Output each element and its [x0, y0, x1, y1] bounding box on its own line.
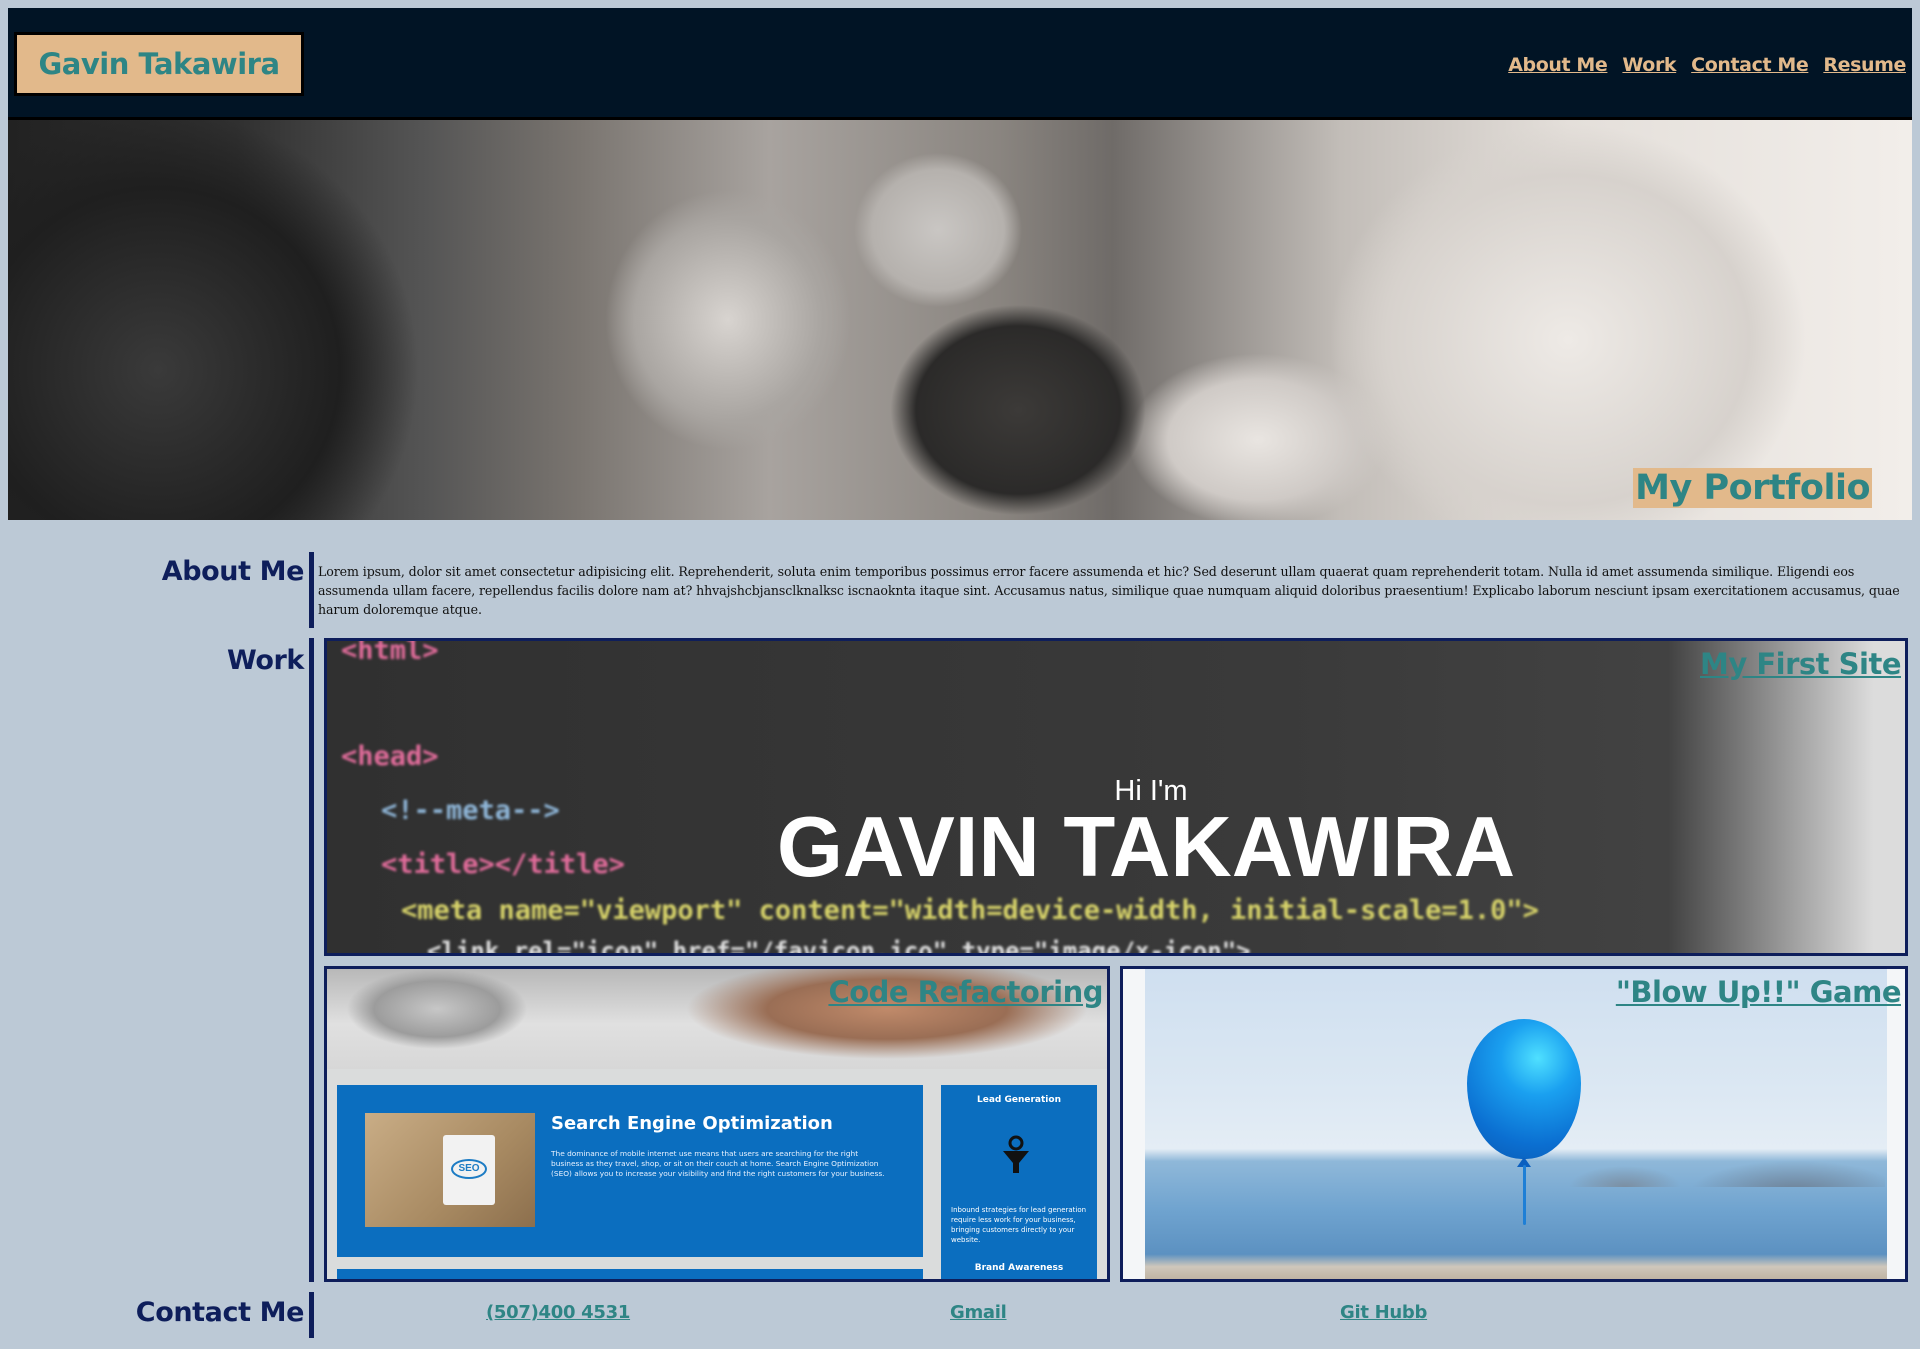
contact-gmail-link[interactable]: Gmail	[950, 1302, 1007, 1323]
seo-badge: SEO	[443, 1135, 495, 1205]
nav-work[interactable]: Work	[1622, 54, 1676, 76]
seo-badge-label: SEO	[451, 1159, 487, 1179]
about-text: Lorem ipsum, dolor sit amet consectetur …	[318, 564, 1900, 617]
preview-name: GAVIN TAKAWIRA	[776, 800, 1516, 895]
contact-phone-link[interactable]: (507)400 4531	[486, 1302, 630, 1323]
project-link-blow-up-game[interactable]: "Blow Up!!" Game	[1616, 975, 1902, 1009]
code-line: <html>	[341, 638, 439, 666]
work-divider	[309, 638, 314, 1282]
site-brand[interactable]: Gavin Takawira	[14, 32, 304, 96]
hero-photo	[8, 120, 428, 520]
project-card-code-refactoring[interactable]: SEO Search Engine Optimization The domin…	[324, 966, 1110, 1282]
seo-text: The dominance of mobile internet use mea…	[551, 1149, 885, 1178]
project-card-blow-up-game[interactable]: "Blow Up!!" Game	[1120, 966, 1908, 1282]
seo-heading: Search Engine Optimization	[551, 1113, 833, 1134]
preview-strip	[337, 1269, 923, 1279]
project-link-first-site[interactable]: My First Site	[1700, 647, 1902, 681]
code-line: <link rel="icon" href="/favicon.ico" typ…	[427, 937, 1251, 956]
lead-heading: Lead Generation	[977, 1095, 1061, 1105]
code-line: <head>	[341, 741, 439, 772]
preview-seo-panel: SEO Search Engine Optimization The domin…	[337, 1085, 923, 1257]
nav-about-me[interactable]: About Me	[1508, 54, 1608, 76]
preview-beach-scene	[1145, 969, 1887, 1279]
contact-divider	[309, 1292, 314, 1338]
funnel-icon	[1003, 1135, 1029, 1173]
lead-text: Inbound strategies for lead generation r…	[951, 1206, 1087, 1244]
about-divider	[309, 552, 314, 628]
site-header: Gavin Takawira About Me Work Contact Me …	[8, 8, 1912, 120]
preview-lead-panel: Lead Generation Inbound strategies for l…	[941, 1085, 1097, 1279]
project-card-first-site[interactable]: <html> <head> <!--meta--> <title></title…	[324, 638, 1908, 956]
code-line: <meta name="viewport" content="width=dev…	[401, 895, 1539, 926]
brand-awareness-heading: Brand Awareness	[974, 1263, 1064, 1273]
contact-github-link[interactable]: Git Hubb	[1340, 1302, 1427, 1323]
hero-title: My Portfolio	[1633, 468, 1872, 508]
preview-hills	[1535, 1147, 1885, 1187]
balloon-string	[1523, 1165, 1526, 1225]
main-nav: About Me Work Contact Me Resume	[1508, 54, 1906, 76]
hero-banner: My Portfolio	[8, 120, 1912, 520]
nav-contact-me[interactable]: Contact Me	[1691, 54, 1809, 76]
nav-resume[interactable]: Resume	[1823, 54, 1906, 76]
contact-heading: Contact Me	[135, 1297, 305, 1328]
project-link-code-refactoring[interactable]: Code Refactoring	[828, 975, 1103, 1009]
work-heading: Work	[226, 645, 304, 676]
seo-image: SEO	[365, 1113, 535, 1227]
about-heading: About Me	[161, 556, 305, 587]
balloon-icon	[1467, 1019, 1581, 1159]
